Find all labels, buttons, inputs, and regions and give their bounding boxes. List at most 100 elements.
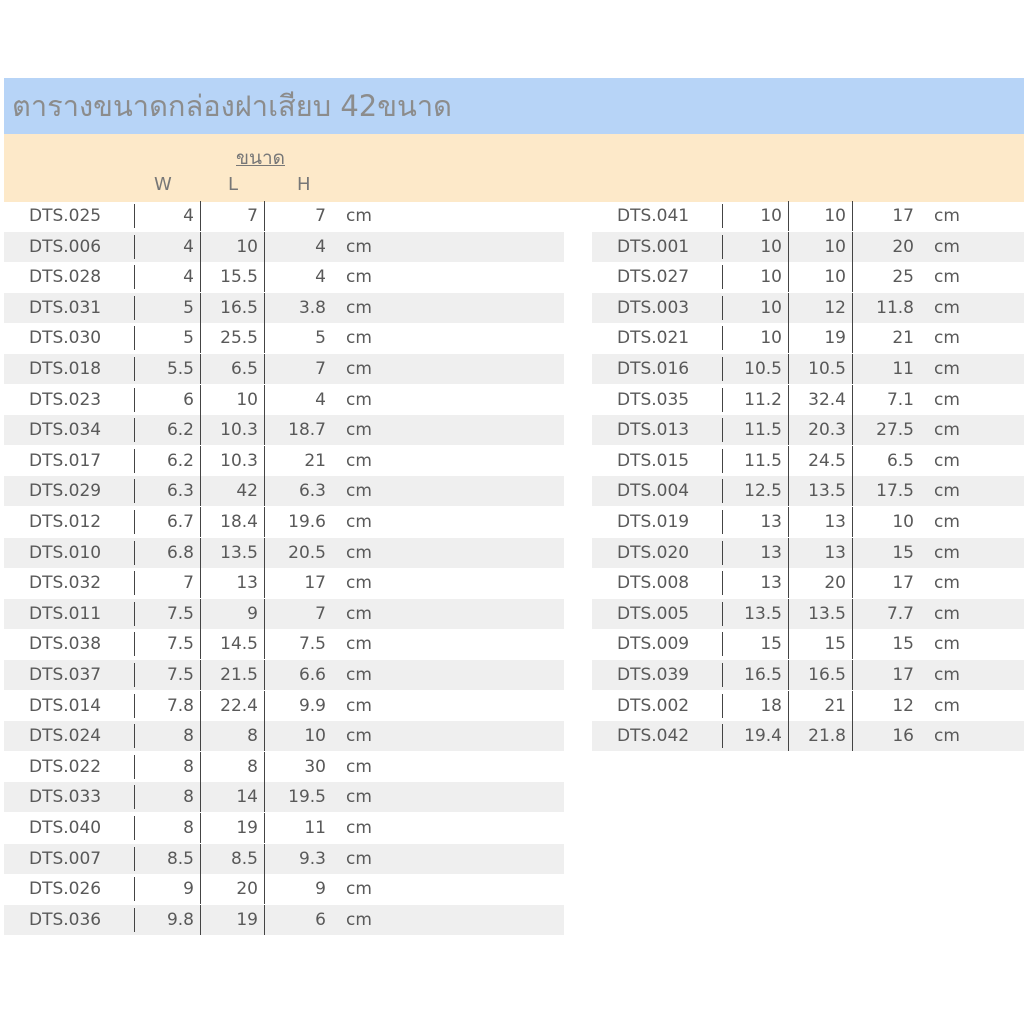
table-row: DTS.028 4 15.5 4 cm bbox=[4, 262, 564, 293]
box-height: 10 bbox=[852, 507, 920, 537]
box-height: 6 bbox=[264, 904, 332, 935]
unit-label: cm bbox=[934, 389, 960, 410]
box-height: 9 bbox=[264, 874, 332, 905]
unit-label: cm bbox=[346, 909, 372, 930]
box-code: DTS.019 bbox=[617, 512, 690, 532]
table-row: DTS.040 8 19 11 cm bbox=[4, 813, 564, 843]
box-code: DTS.009 bbox=[617, 634, 690, 655]
box-height: 19.5 bbox=[264, 782, 332, 813]
box-height: 20 bbox=[852, 231, 920, 262]
box-width: 8 bbox=[183, 756, 194, 777]
unit-label: cm bbox=[346, 726, 372, 747]
box-code: DTS.005 bbox=[617, 603, 690, 624]
box-width: 11.5 bbox=[744, 420, 782, 441]
box-height: 7.1 bbox=[852, 384, 920, 415]
box-length: 15 bbox=[788, 629, 852, 660]
unit-label: cm bbox=[934, 542, 960, 563]
unit-label: cm bbox=[934, 206, 960, 226]
unit-label: cm bbox=[346, 420, 372, 441]
column-divider bbox=[134, 601, 135, 626]
box-width: 7.8 bbox=[166, 695, 194, 716]
column-divider bbox=[722, 601, 723, 626]
unit-label: cm bbox=[346, 603, 372, 624]
box-code: DTS.023 bbox=[29, 389, 102, 410]
box-width: 10 bbox=[760, 328, 782, 349]
table-row: DTS.015 11.5 24.5 6.5 cm bbox=[592, 445, 1024, 476]
box-width: 7.5 bbox=[166, 665, 194, 685]
box-length: 10.3 bbox=[200, 415, 264, 446]
box-code: DTS.012 bbox=[29, 512, 102, 532]
box-width: 8 bbox=[183, 787, 194, 808]
box-length: 21 bbox=[788, 690, 852, 721]
box-length: 42 bbox=[200, 476, 264, 507]
column-divider bbox=[134, 326, 135, 351]
table-row: DTS.026 9 20 9 cm bbox=[4, 874, 564, 905]
unit-label: cm bbox=[346, 389, 372, 410]
table-row: DTS.021 10 19 21 cm bbox=[592, 323, 1024, 354]
column-divider bbox=[722, 693, 723, 718]
column-divider bbox=[134, 632, 135, 657]
box-width: 13 bbox=[760, 512, 782, 532]
box-height: 4 bbox=[264, 262, 332, 293]
box-code: DTS.033 bbox=[29, 787, 102, 808]
unit-label: cm bbox=[934, 726, 960, 747]
table-row: DTS.004 12.5 13.5 17.5 cm bbox=[592, 476, 1024, 507]
box-height: 17.5 bbox=[852, 476, 920, 507]
box-width: 6.2 bbox=[166, 420, 194, 441]
column-divider bbox=[134, 816, 135, 840]
box-length: 20.3 bbox=[788, 415, 852, 446]
box-width: 13.5 bbox=[744, 603, 782, 624]
unit-label: cm bbox=[934, 603, 960, 624]
unit-label: cm bbox=[934, 328, 960, 349]
box-height: 10 bbox=[264, 721, 332, 752]
unit-label: cm bbox=[346, 879, 372, 900]
table-row: DTS.027 10 10 25 cm bbox=[592, 262, 1024, 293]
box-length: 14 bbox=[200, 782, 264, 813]
column-divider bbox=[722, 234, 723, 259]
box-code: DTS.042 bbox=[617, 726, 690, 747]
table-row: DTS.031 5 16.5 3.8 cm bbox=[4, 292, 564, 323]
column-header-h: H bbox=[297, 174, 311, 195]
unit-label: cm bbox=[346, 236, 372, 257]
unit-label: cm bbox=[346, 267, 372, 288]
table-row: DTS.024 8 8 10 cm bbox=[4, 721, 564, 752]
column-divider bbox=[134, 540, 135, 565]
box-length: 13 bbox=[788, 537, 852, 568]
box-length: 19 bbox=[788, 323, 852, 354]
column-divider bbox=[134, 846, 135, 871]
box-height: 30 bbox=[264, 751, 332, 782]
box-code: DTS.038 bbox=[29, 634, 102, 655]
box-code: DTS.007 bbox=[29, 848, 102, 869]
table-row: DTS.023 6 10 4 cm bbox=[4, 384, 564, 415]
box-code: DTS.034 bbox=[29, 420, 102, 441]
unit-label: cm bbox=[346, 328, 372, 349]
column-divider bbox=[722, 387, 723, 412]
box-length: 7 bbox=[200, 201, 264, 231]
box-height: 7 bbox=[264, 598, 332, 629]
box-length: 18.4 bbox=[200, 507, 264, 537]
column-divider bbox=[134, 265, 135, 290]
table-row: DTS.012 6.7 18.4 19.6 cm bbox=[4, 507, 564, 537]
box-code: DTS.001 bbox=[617, 236, 690, 257]
column-divider bbox=[134, 693, 135, 718]
column-divider bbox=[134, 295, 135, 320]
box-width: 6.2 bbox=[166, 450, 194, 471]
column-divider bbox=[134, 571, 135, 596]
box-height: 11 bbox=[852, 354, 920, 384]
box-width: 15 bbox=[760, 634, 782, 655]
box-code: DTS.014 bbox=[29, 695, 102, 716]
box-height: 27.5 bbox=[852, 415, 920, 446]
box-height: 25 bbox=[852, 262, 920, 293]
column-divider bbox=[134, 448, 135, 473]
box-length: 14.5 bbox=[200, 629, 264, 660]
box-code: DTS.006 bbox=[29, 236, 102, 257]
box-code: DTS.024 bbox=[29, 726, 102, 747]
unit-label: cm bbox=[934, 481, 960, 502]
column-divider bbox=[722, 295, 723, 320]
box-length: 13 bbox=[200, 568, 264, 599]
box-length: 10 bbox=[788, 262, 852, 293]
table-row: DTS.019 13 13 10 cm bbox=[592, 507, 1024, 537]
box-height: 17 bbox=[852, 568, 920, 599]
box-width: 18 bbox=[760, 695, 782, 716]
box-length: 20 bbox=[200, 874, 264, 905]
